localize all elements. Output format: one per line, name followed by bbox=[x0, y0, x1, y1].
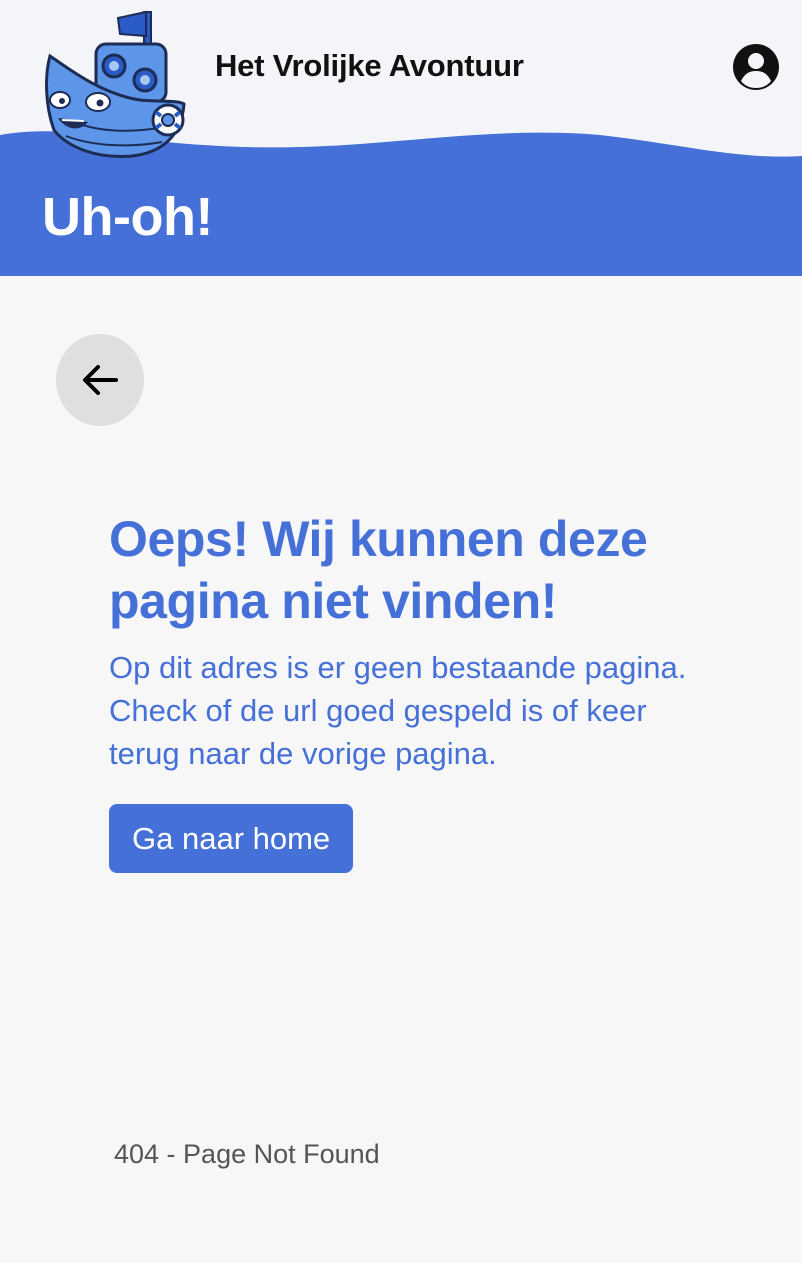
error-title: Oeps! Wij kunnen deze pagina niet vinden… bbox=[109, 511, 648, 629]
error-content: Oeps! Wij kunnen deze pagina niet vinden… bbox=[109, 508, 749, 873]
page-title: Uh-oh! bbox=[42, 187, 213, 247]
status-text: 404 - Page Not Found bbox=[114, 1139, 380, 1169]
error-description: Op dit adres is er geen bestaande pagina… bbox=[109, 650, 687, 771]
back-button[interactable] bbox=[56, 334, 144, 426]
account-button[interactable] bbox=[731, 42, 781, 92]
arrow-left-icon bbox=[83, 365, 118, 395]
boat-mascot-icon[interactable] bbox=[40, 8, 190, 163]
header: Het Vrolijke Avontuur Uh-oh! bbox=[0, 0, 802, 276]
go-home-button[interactable]: Ga naar home bbox=[109, 804, 354, 873]
account-circle-icon bbox=[733, 44, 779, 90]
app-title: Het Vrolijke Avontuur bbox=[215, 48, 524, 83]
